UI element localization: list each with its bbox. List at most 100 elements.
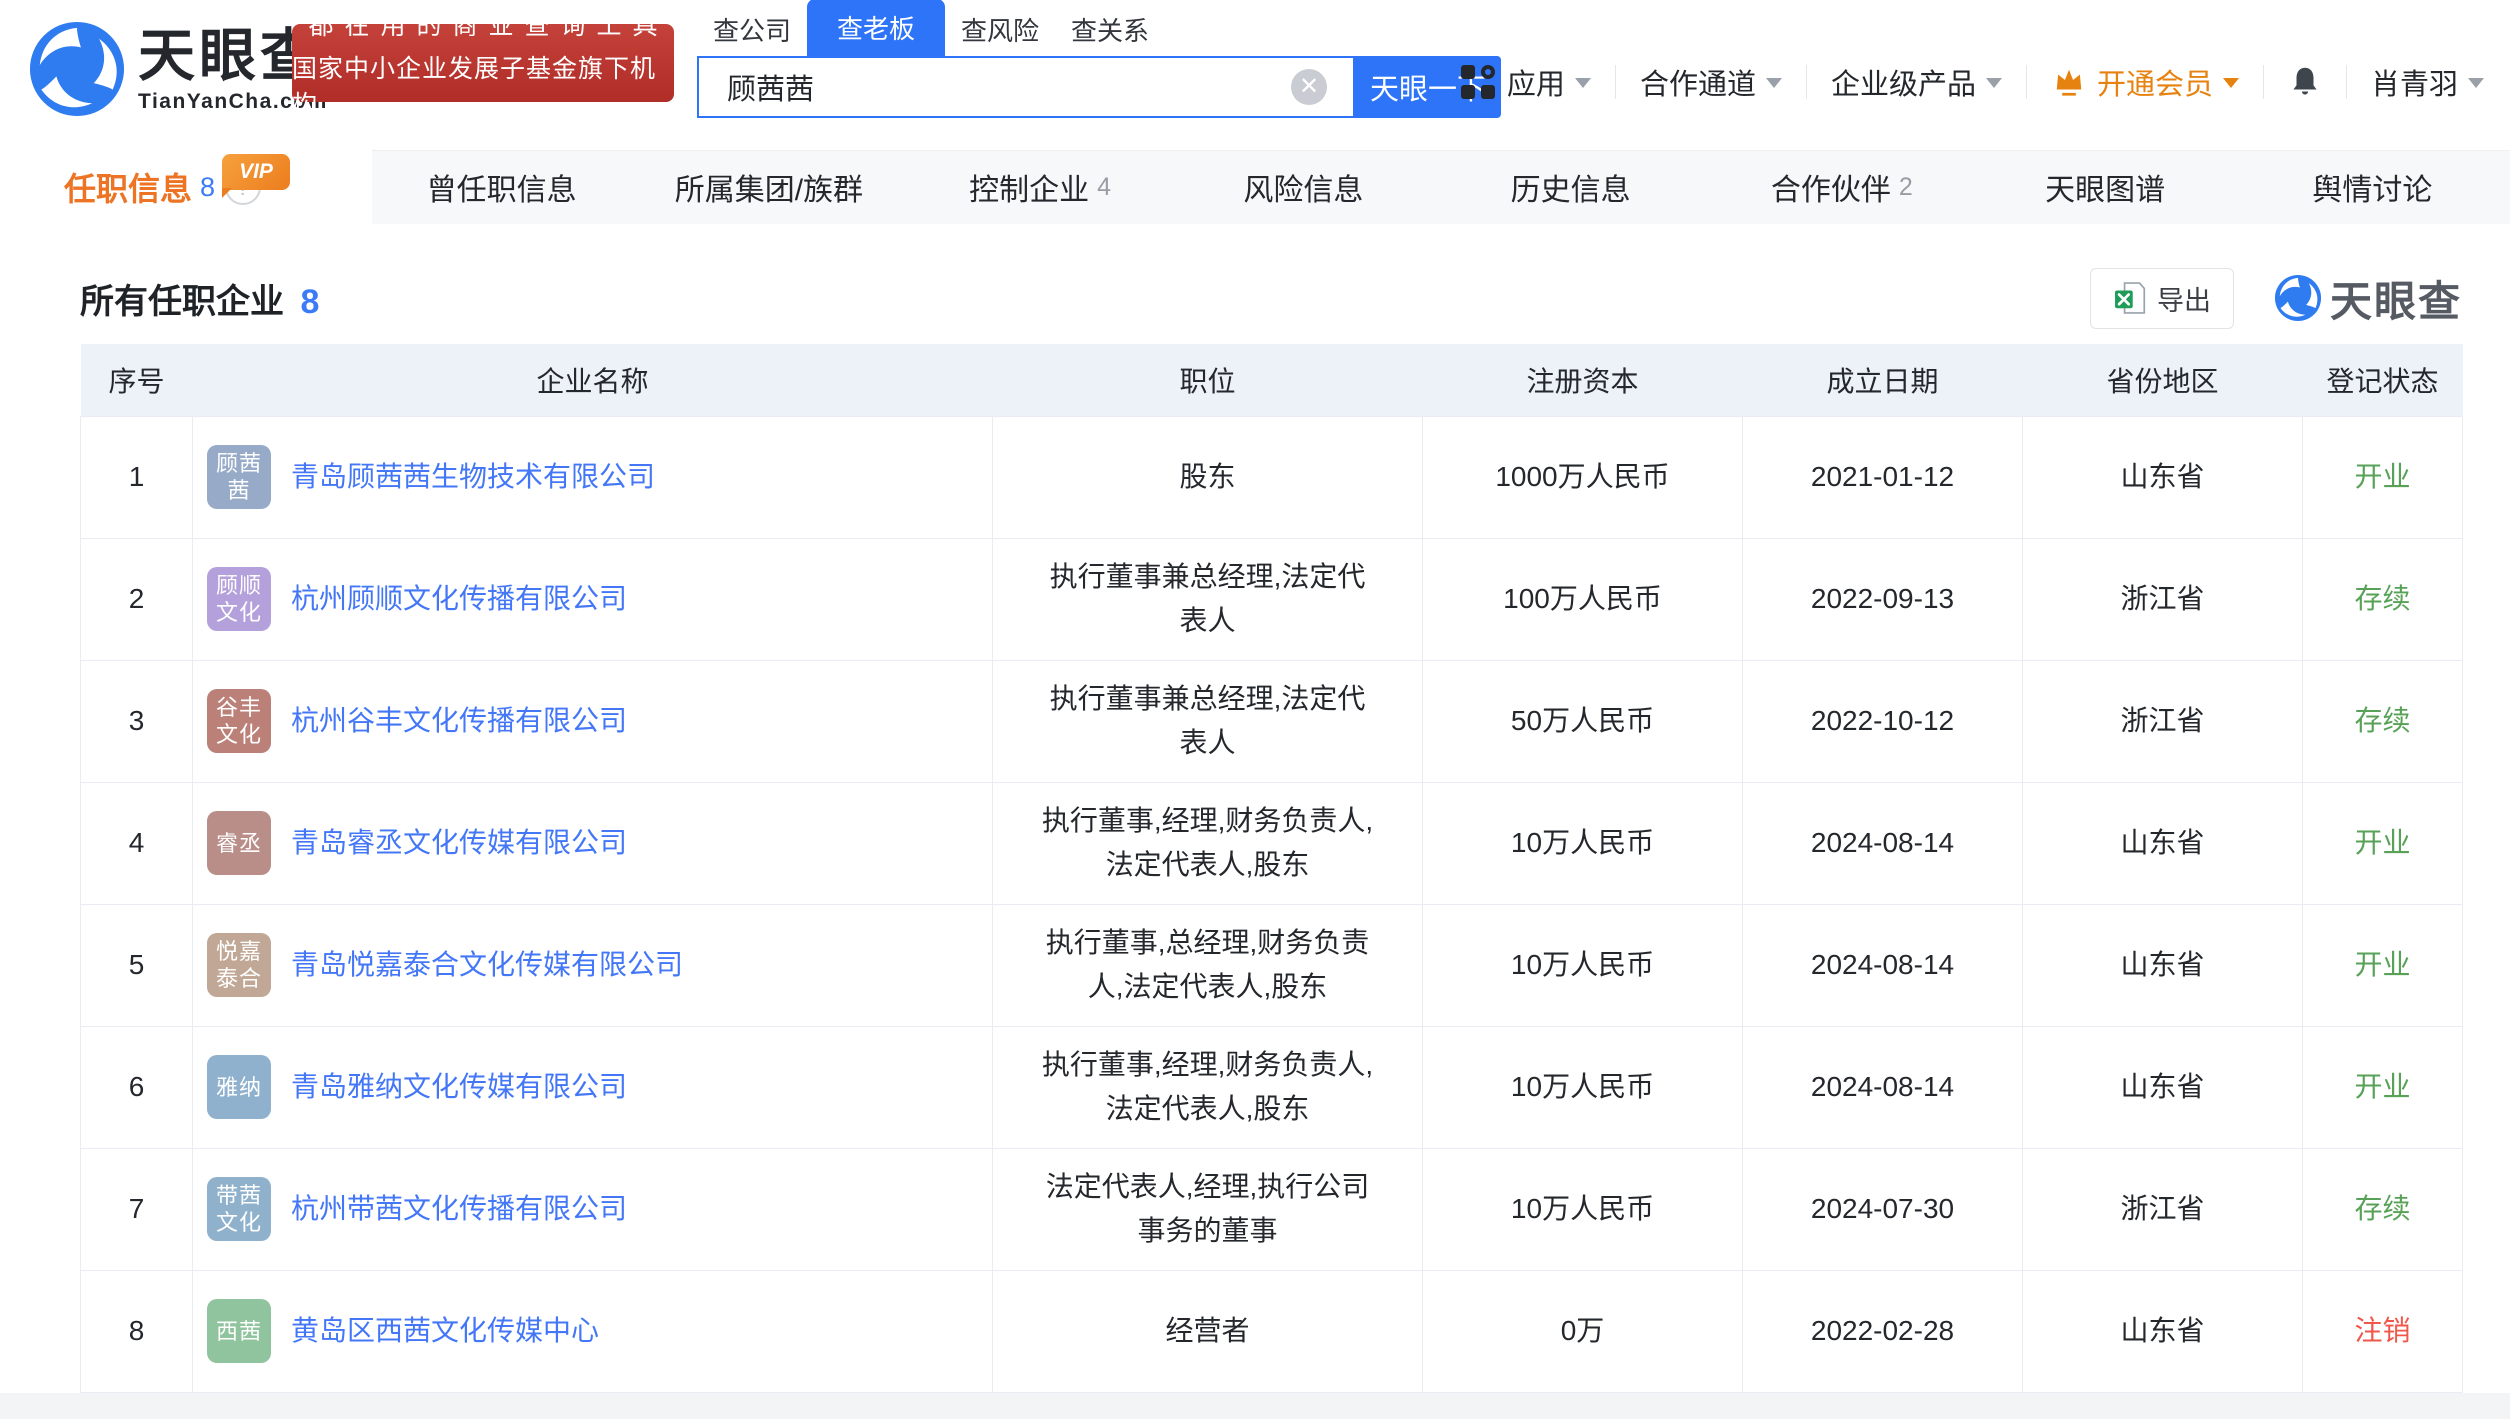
chevron-down-icon (1986, 78, 2002, 96)
user-name: 肖青羽 (2371, 61, 2458, 103)
search-tab-relation[interactable]: 查关系 (1055, 3, 1165, 56)
tab-label: 天眼图谱 (2045, 165, 2165, 209)
cell-company: 雅纳 青岛雅纳文化传媒有限公司 (193, 1026, 993, 1148)
crown-icon (2051, 65, 2087, 99)
table-header-row: 序号 企业名称 职位 注册资本 成立日期 省份地区 登记状态 (81, 344, 2463, 416)
cell-date: 2022-09-13 (1743, 538, 2023, 660)
company-link[interactable]: 杭州顾顺文化传播有限公司 (291, 577, 627, 621)
cell-company: 顾茜茜 青岛顾茜茜生物技术有限公司 (193, 416, 993, 538)
cell-index: 5 (81, 904, 193, 1026)
cell-index: 2 (81, 538, 193, 660)
user-menu[interactable]: 肖青羽 (2371, 61, 2484, 103)
table-row: 8 西茜 黄岛区西茜文化传媒中心 经营者 0万 2022-02-28 山东省 注… (81, 1270, 2463, 1392)
tab-graph[interactable]: 天眼图谱 (1976, 150, 2243, 224)
cell-date: 2021-01-12 (1743, 416, 2023, 538)
col-header-company: 企业名称 (193, 344, 993, 416)
positions-table: 序号 企业名称 职位 注册资本 成立日期 省份地区 登记状态 1 顾茜茜 青岛顾… (80, 344, 2463, 1393)
search-tab-boss[interactable]: 查老板 (807, 0, 945, 56)
tab-label: 历史信息 (1511, 165, 1631, 209)
cell-position: 法定代表人,经理,执行公司事务的董事 (993, 1148, 1423, 1270)
search-tab-company[interactable]: 查公司 (697, 3, 807, 56)
cell-province: 山东省 (2023, 1270, 2303, 1392)
cell-province: 山东省 (2023, 782, 2303, 904)
cell-capital: 10万人民币 (1423, 1026, 1743, 1148)
search-tab-risk[interactable]: 查风险 (945, 3, 1055, 56)
nav-apps[interactable]: 应用 (1461, 61, 1591, 103)
nav-apps-label: 应用 (1507, 61, 1565, 103)
company-link[interactable]: 杭州带茜文化传播有限公司 (291, 1187, 627, 1231)
cell-status: 开业 (2303, 1026, 2463, 1148)
divider (1806, 65, 1807, 99)
cell-company: 睿丞 青岛睿丞文化传媒有限公司 (193, 782, 993, 904)
tab-label: 合作伙伴 (1771, 165, 1891, 209)
cell-index: 1 (81, 416, 193, 538)
section-title-row: 所有任职企业 8 (80, 274, 319, 323)
export-button[interactable]: 导出 (2090, 268, 2234, 329)
company-link[interactable]: 黄岛区西茜文化传媒中心 (291, 1309, 599, 1353)
cell-status: 开业 (2303, 904, 2463, 1026)
tab-position-info[interactable]: 任职信息 8 ? VIP (0, 150, 372, 224)
tab-risk-info[interactable]: 风险信息 (1174, 150, 1441, 224)
cell-company: 带茜文化 杭州带茜文化传播有限公司 (193, 1148, 993, 1270)
cell-position: 执行董事兼总经理,法定代表人 (993, 538, 1423, 660)
nav-enterprise-label: 企业级产品 (1831, 61, 1976, 103)
company-link[interactable]: 青岛睿丞文化传媒有限公司 (291, 821, 627, 865)
cell-status: 开业 (2303, 782, 2463, 904)
cell-status: 存续 (2303, 538, 2463, 660)
company-link[interactable]: 青岛雅纳文化传媒有限公司 (291, 1065, 627, 1109)
clear-search-icon[interactable]: ✕ (1291, 69, 1327, 105)
cell-capital: 10万人民币 (1423, 782, 1743, 904)
nav-open-vip[interactable]: 开通会员 (2051, 61, 2239, 103)
cell-company: 顾顺文化 杭州顾顺文化传播有限公司 (193, 538, 993, 660)
notification-bell[interactable] (2288, 63, 2322, 101)
company-link[interactable]: 杭州谷丰文化传播有限公司 (291, 699, 627, 743)
cell-capital: 1000万人民币 (1423, 416, 1743, 538)
tianyancha-swirl-icon (2274, 274, 2322, 322)
tab-history-info[interactable]: 历史信息 (1441, 150, 1708, 224)
company-avatar: 雅纳 (207, 1055, 271, 1119)
cell-date: 2024-08-14 (1743, 904, 2023, 1026)
table-row: 5 悦嘉泰合 青岛悦嘉泰合文化传媒有限公司 执行董事,总经理,财务负责人,法定代… (81, 904, 2463, 1026)
company-avatar: 带茜文化 (207, 1177, 271, 1241)
nav-partner-channel[interactable]: 合作通道 (1640, 61, 1782, 103)
col-header-position: 职位 (993, 344, 1423, 416)
table-row: 2 顾顺文化 杭州顾顺文化传播有限公司 执行董事兼总经理,法定代表人 100万人… (81, 538, 2463, 660)
cell-position: 经营者 (993, 1270, 1423, 1392)
nav-partner-label: 合作通道 (1640, 61, 1756, 103)
company-link[interactable]: 青岛顾茜茜生物技术有限公司 (291, 455, 655, 499)
company-link[interactable]: 青岛悦嘉泰合文化传媒有限公司 (291, 943, 683, 987)
tab-label: 曾任职信息 (427, 165, 577, 209)
cell-index: 8 (81, 1270, 193, 1392)
tianyancha-logo[interactable]: 天眼查 TianYanCha.com (28, 20, 328, 118)
cell-province: 山东省 (2023, 1026, 2303, 1148)
cell-status: 存续 (2303, 660, 2463, 782)
watermark-text: 天眼查 (2330, 268, 2462, 329)
cell-date: 2022-02-28 (1743, 1270, 2023, 1392)
cell-province: 浙江省 (2023, 538, 2303, 660)
tab-former-positions[interactable]: 曾任职信息 (372, 150, 639, 224)
search-area: 查公司 查老板 查风险 查关系 ✕ 天眼一下 (697, 6, 1501, 118)
main-content: 所有任职企业 8 导出 (0, 224, 2510, 1393)
divider (2263, 65, 2264, 99)
tab-public-opinion[interactable]: 舆情讨论 (2243, 150, 2510, 224)
col-header-date: 成立日期 (1743, 344, 2023, 416)
cell-status: 开业 (2303, 416, 2463, 538)
cell-position: 执行董事,总经理,财务负责人,法定代表人,股东 (993, 904, 1423, 1026)
company-avatar: 顾顺文化 (207, 567, 271, 631)
company-avatar: 睿丞 (207, 811, 271, 875)
cell-company: 悦嘉泰合 青岛悦嘉泰合文化传媒有限公司 (193, 904, 993, 1026)
apps-grid-icon (1461, 65, 1495, 99)
cell-index: 3 (81, 660, 193, 782)
cell-date: 2024-08-14 (1743, 1026, 2023, 1148)
export-label: 导出 (2157, 279, 2211, 318)
cell-province: 山东省 (2023, 904, 2303, 1026)
tab-partners[interactable]: 合作伙伴2 (1708, 150, 1975, 224)
nav-enterprise-products[interactable]: 企业级产品 (1831, 61, 2002, 103)
tab-controlled-companies[interactable]: 控制企业4 (907, 150, 1174, 224)
chevron-down-icon (2468, 78, 2484, 96)
cell-status: 注销 (2303, 1270, 2463, 1392)
cell-company: 谷丰文化 杭州谷丰文化传播有限公司 (193, 660, 993, 782)
tab-group-family[interactable]: 所属集团/族群 (639, 150, 906, 224)
search-input[interactable] (699, 71, 1291, 104)
excel-icon (2113, 281, 2147, 315)
